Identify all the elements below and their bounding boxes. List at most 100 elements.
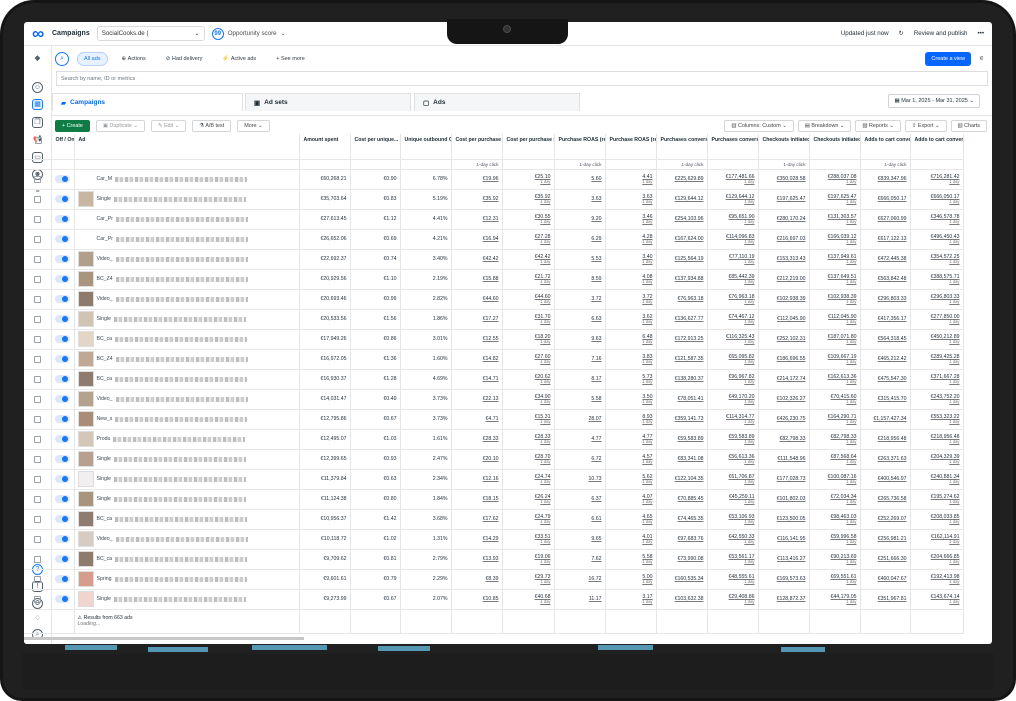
table-row[interactable]: BC_ca €9,709.62 €0.81 2.79% €13.93 €19.06 1 da… [24, 549, 964, 570]
ad-toggle[interactable] [55, 235, 70, 243]
filter-settings-icon[interactable]: ⚟ [979, 56, 992, 62]
row-checkbox[interactable] [33, 255, 41, 263]
breakdown-button[interactable]: ▤ Breakdown ⌄ [797, 119, 852, 132]
row-checkbox[interactable] [33, 335, 41, 343]
table-row[interactable]: Single €9,273.99 €0.67 2.07% €10.85 €40.68 1 d… [24, 589, 964, 610]
ad-toggle[interactable] [55, 215, 70, 223]
ad-name-cell[interactable]: Video_ [74, 529, 300, 550]
row-checkbox[interactable] [33, 295, 41, 303]
copy-icon[interactable]: ❐ [32, 117, 43, 128]
ad-toggle[interactable] [55, 515, 70, 523]
table-row[interactable]: BC_Z4 €16,972.05 €1.36 1.60% €14.82 €27.60 1 d… [24, 349, 964, 370]
charts-button[interactable]: ▥ Charts [950, 119, 987, 132]
column-header[interactable]: Checkouts initiated... [758, 134, 810, 160]
row-checkbox[interactable] [33, 535, 41, 543]
ad-toggle[interactable] [55, 375, 70, 383]
row-checkbox[interactable] [33, 435, 41, 443]
ad-name-cell[interactable]: BC_Z4 [74, 349, 300, 370]
ad-name-cell[interactable]: Single [74, 469, 300, 490]
row-checkbox[interactable] [33, 375, 41, 383]
ad-name-cell[interactable]: Car_Pr [74, 209, 300, 230]
ad-toggle[interactable] [55, 455, 70, 463]
table-row[interactable]: BC_ca €17,949.26 €0.86 3.01% €12.55 €18.20 1 d… [24, 329, 964, 350]
duplicate-button[interactable]: ▣ Duplicate ⌄ [95, 119, 145, 132]
column-header[interactable]: Amount spent [299, 134, 351, 160]
ad-toggle[interactable] [55, 495, 70, 503]
more-button[interactable]: More ⌄ [237, 119, 270, 132]
all-ads-pill[interactable]: All ads [77, 51, 108, 66]
profile-icon[interactable]: ☺ [32, 82, 43, 93]
ad-name-cell[interactable]: Single [74, 449, 300, 470]
column-header[interactable]: Ad [74, 134, 300, 160]
table-row[interactable]: Video_ €22,692.37 €0.74 3.40% €42.42 €42.42 1 … [24, 249, 964, 270]
row-checkbox[interactable] [33, 315, 41, 323]
tab-ad-sets[interactable]: ▣ Ad sets [245, 93, 411, 111]
ad-name-cell[interactable]: Video_ [74, 249, 300, 270]
date-range-picker[interactable]: ▦ Mar 1, 2025 - Mar 31, 2025 ⌄ [888, 94, 980, 108]
table-row[interactable]: Video_ €10,118.72 €1.02 1.31% €14.29 €33.51 1 … [24, 529, 964, 550]
ad-toggle[interactable] [55, 575, 70, 583]
select-all-checkbox[interactable] [34, 137, 42, 144]
tab-campaigns[interactable]: ▰ Campaigns [52, 93, 243, 111]
ad-toggle[interactable] [55, 255, 70, 263]
ad-name-cell[interactable]: Single [74, 189, 300, 210]
ad-toggle[interactable] [55, 335, 70, 343]
table-row[interactable]: Single €12,399.65 €0.93 2.47% €20.10 €28.70 1 … [24, 449, 964, 470]
row-checkbox[interactable] [33, 215, 41, 223]
campaigns-grid-icon[interactable]: ▦ [32, 99, 43, 110]
row-checkbox[interactable] [33, 275, 41, 283]
table-row[interactable]: Car_Pr €27,613.45 €1.12 4.41% €12.31 €30.55 1 … [24, 209, 964, 230]
see-more-filter[interactable]: + See more [270, 52, 311, 66]
ad-toggle[interactable] [55, 295, 70, 303]
column-header[interactable]: Purchase ROAS (retur... [605, 134, 657, 160]
table-row[interactable]: Video_ €20,693.46 €0.99 2.82% €44.60 €44.60 1 … [24, 289, 964, 310]
export-button[interactable]: ⇪ Export ⌄ [904, 119, 947, 132]
search-input[interactable]: Search by name, ID or metrics [56, 71, 988, 86]
ad-name-cell[interactable]: Spring [74, 569, 300, 590]
table-row[interactable]: Car_M €60,268.21 €0.90 6.78% €19.96 €25.10 1 d… [24, 169, 964, 190]
row-checkbox[interactable] [33, 175, 41, 183]
column-header[interactable]: Adds to cart conversion... [860, 134, 911, 160]
tab-ads[interactable]: ▢ Ads [414, 93, 580, 111]
table-row[interactable]: Single €11,124.38 €0.80 1.84% €18.15 €26.24 1 … [24, 489, 964, 510]
edit-button[interactable]: ✎ Edit ⌄ [150, 119, 187, 132]
ad-name-cell[interactable]: Car_Pr [74, 229, 300, 250]
column-header[interactable]: Cost per unique... [350, 134, 401, 160]
columns-button[interactable]: ▥ Columns: Custom ⌄ [724, 119, 794, 132]
column-header[interactable]: Checkouts initiated... [809, 134, 861, 160]
table-row[interactable]: BC_Z4 €20,929.56 €1.10 2.19% €15.88 €21.72 1 d… [24, 269, 964, 290]
ad-name-cell[interactable]: New_s [74, 409, 300, 430]
column-header[interactable]: Off / On [51, 134, 75, 160]
ad-name-cell[interactable]: Produ [74, 429, 300, 450]
row-checkbox[interactable] [33, 495, 41, 503]
row-checkbox[interactable] [33, 235, 41, 243]
table-row[interactable]: New_s €12,795.86 €0.67 3.73% €4.71 €15.31 1 da… [24, 409, 964, 430]
ad-toggle[interactable] [55, 195, 70, 203]
opportunity-score-button[interactable]: 99 Opportunity score ⌄ [211, 27, 286, 40]
refresh-icon[interactable]: ↻ [899, 30, 904, 37]
row-checkbox[interactable] [33, 575, 41, 583]
ad-name-cell[interactable]: Single [74, 489, 300, 510]
ad-toggle[interactable] [55, 175, 70, 183]
column-header[interactable]: Purchases conversion... [707, 134, 759, 160]
ad-name-cell[interactable]: BC_ca [74, 369, 300, 390]
ad-name-cell[interactable]: BC_Z4 [74, 269, 300, 290]
column-header[interactable]: Adds to cart conversion... [910, 134, 964, 160]
ad-toggle[interactable] [55, 315, 70, 323]
table-row[interactable]: Car_Pr €26,652.06 €0.69 4.21% €16.94 €27.28 1 … [24, 229, 964, 250]
ad-toggle[interactable] [55, 555, 70, 563]
review-publish-button[interactable]: Review and publish [914, 30, 968, 37]
ad-toggle[interactable] [55, 355, 70, 363]
table-row[interactable]: Produ €12,495.07 €1.03 1.61% €28.33 €28.33 1 d… [24, 429, 964, 450]
ad-toggle[interactable] [55, 535, 70, 543]
ad-toggle[interactable] [55, 415, 70, 423]
horizontal-scrollbar[interactable] [24, 637, 304, 640]
column-header[interactable]: Unique outbound C... [400, 134, 452, 160]
row-checkbox[interactable] [33, 355, 41, 363]
table-row[interactable]: Single €11,379.84 €0.63 2.34% €12.16 €24.74 1 … [24, 469, 964, 490]
ad-name-cell[interactable]: Video_ [74, 289, 300, 310]
column-header[interactable]: Cost per purchase [451, 134, 503, 160]
table-row[interactable]: BC_ca €10,956.37 €1.42 3.68% €17.62 €24.79 1 d… [24, 509, 964, 530]
table-row[interactable]: Video_ €14,031.47 €0.49 3.73% €22.13 €34.90 1 … [24, 389, 964, 410]
table-row[interactable]: BC_ca €16,930.37 €1.28 4.69% €14.71 €20.62 1 d… [24, 369, 964, 390]
